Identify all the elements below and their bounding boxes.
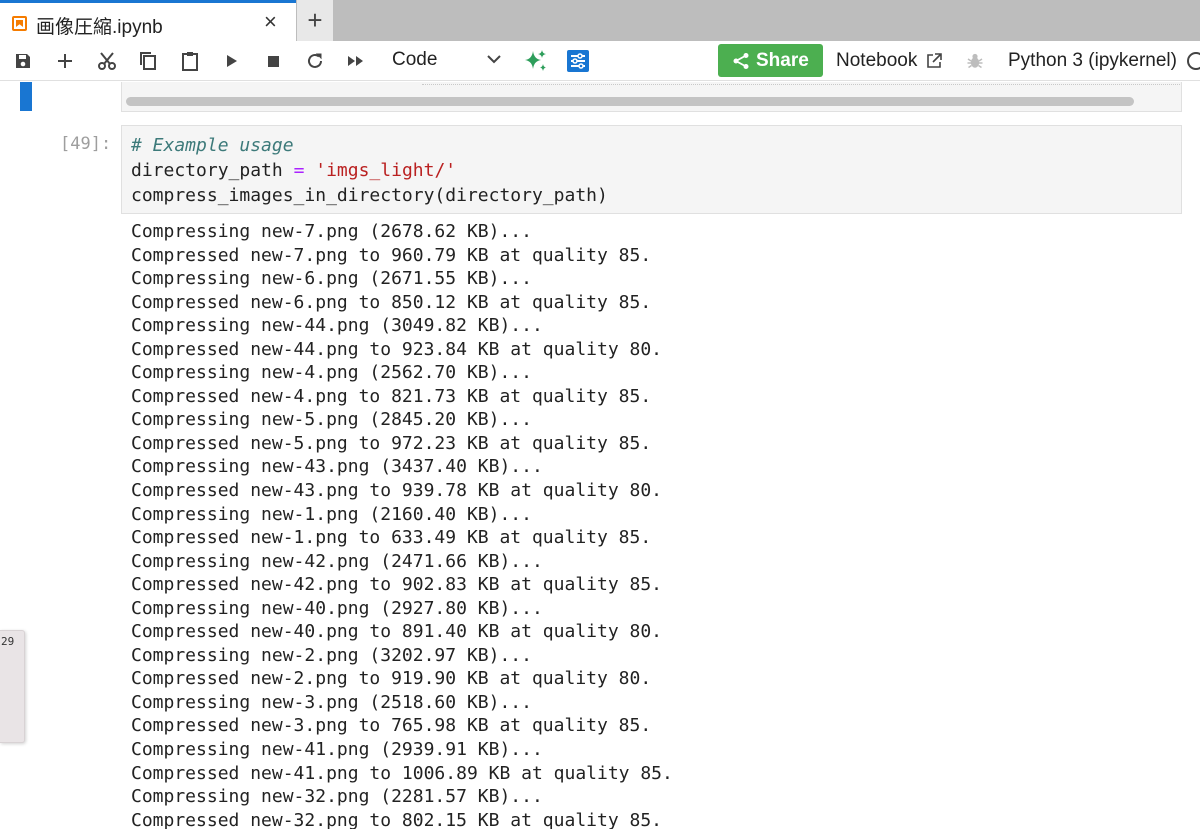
side-panel-text: 29 [1, 635, 15, 648]
previous-cell-code-fragment [422, 82, 1181, 85]
cell-type-select[interactable]: Code [392, 49, 437, 71]
share-icon [733, 52, 749, 69]
output-line: Compressed new-2.png to 919.90 KB at qua… [131, 668, 652, 690]
cell-output: Compressing new-7.png (2678.62 KB)... Com… [131, 220, 673, 829]
copy-icon [140, 52, 156, 70]
save-icon [16, 54, 30, 68]
sliders-icon [567, 50, 589, 72]
output-line: Compressing new-1.png (2160.40 KB)... [131, 503, 532, 525]
external-link-icon[interactable] [923, 41, 945, 81]
play-icon [227, 55, 237, 67]
output-line: Compressed new-4.png to 821.73 KB at qua… [131, 385, 652, 407]
cut-button[interactable] [92, 41, 122, 81]
plus-icon [58, 54, 72, 68]
run-all-button[interactable] [341, 41, 371, 81]
output-line: Compressing new-6.png (2671.55 KB)... [131, 268, 532, 290]
output-line: Compressing new-2.png (3202.97 KB)... [131, 644, 532, 666]
share-button[interactable]: Share [718, 44, 823, 77]
output-line: Compressing new-4.png (2562.70 KB)... [131, 362, 532, 384]
output-line: Compressed new-32.png to 802.15 KB at qu… [131, 809, 663, 829]
insert-cell-button[interactable] [50, 41, 80, 81]
tab-title: 画像圧縮.ipynb [36, 17, 163, 38]
kernel-status-icon [1186, 41, 1200, 81]
fast-forward-icon [348, 56, 363, 66]
output-line: Compressed new-5.png to 972.23 KB at qua… [131, 432, 652, 454]
run-button[interactable] [218, 41, 246, 81]
output-line: Compressed new-43.png to 939.78 KB at qu… [131, 480, 663, 502]
notebook-icon [12, 16, 27, 31]
horizontal-scrollbar[interactable] [126, 97, 1134, 106]
output-line: Compressed new-42.png to 902.83 KB at qu… [131, 574, 663, 596]
output-line: Compressed new-40.png to 891.40 KB at qu… [131, 621, 663, 643]
paste-icon [182, 52, 198, 71]
output-line: Compressed new-3.png to 765.98 KB at qua… [131, 715, 652, 737]
notebook-toolbar: Code Share Notebook Python 3 (ipykernel) [0, 41, 1200, 81]
sparkle-icon [525, 50, 546, 71]
output-line: Compressing new-44.png (3049.82 KB)... [131, 315, 543, 337]
interrupt-button[interactable] [259, 41, 287, 81]
chevron-down-icon[interactable] [486, 51, 502, 72]
cell-execution-prompt: [49]: [60, 134, 112, 154]
output-line: Compressing new-40.png (2927.80 KB)... [131, 597, 543, 619]
output-line: Compressing new-43.png (3437.40 KB)... [131, 456, 543, 478]
bug-icon [967, 53, 983, 69]
output-line: Compressed new-44.png to 923.84 KB at qu… [131, 338, 663, 360]
code-comment: # Example usage [131, 135, 294, 156]
output-line: Compressing new-42.png (2471.66 KB)... [131, 550, 543, 572]
refresh-icon [308, 53, 322, 68]
share-label: Share [756, 49, 809, 71]
output-line: Compressing new-32.png (2281.57 KB)... [131, 786, 543, 808]
paste-button[interactable] [175, 41, 205, 81]
ai-sparkle-button[interactable] [520, 41, 552, 81]
code-string: 'imgs_light/' [315, 160, 457, 181]
output-line: Compressed new-6.png to 850.12 KB at qua… [131, 291, 652, 313]
output-line: Compressing new-7.png (2678.62 KB)... [131, 221, 532, 242]
notebook-tab[interactable]: 画像圧縮.ipynb × [0, 0, 296, 41]
copy-button[interactable] [133, 41, 163, 81]
output-line: Compressed new-7.png to 960.79 KB at qua… [131, 244, 652, 266]
debugger-button[interactable] [963, 41, 987, 81]
property-inspector-button[interactable] [563, 41, 593, 81]
restart-button[interactable] [300, 41, 330, 81]
output-line: Compressing new-3.png (2518.60 KB)... [131, 691, 532, 713]
scissors-icon [98, 52, 116, 70]
code-function-call: compress_images_in_directory(directory_p… [131, 185, 608, 206]
kernel-name[interactable]: Python 3 (ipykernel) [1008, 50, 1177, 72]
output-line: Compressed new-41.png to 1006.89 KB at q… [131, 762, 673, 784]
code-operator: = [293, 160, 305, 181]
active-cell-indicator [20, 82, 32, 111]
output-line: Compressing new-5.png (2845.20 KB)... [131, 409, 532, 431]
output-line: Compressed new-1.png to 633.49 KB at qua… [131, 527, 652, 549]
open-notebook-link[interactable]: Notebook [836, 50, 917, 72]
previous-code-cell[interactable] [121, 82, 1182, 112]
code-cell-editor[interactable]: # Example usage directory_path = 'imgs_l… [121, 125, 1182, 214]
new-tab-button[interactable]: + [297, 0, 333, 41]
save-button[interactable] [8, 41, 38, 81]
output-line: Compressing new-41.png (2939.91 KB)... [131, 739, 543, 761]
tab-bar: 画像圧縮.ipynb × + [0, 0, 1200, 41]
floating-side-panel[interactable]: 29 [0, 630, 25, 743]
close-icon[interactable]: × [264, 9, 277, 35]
stop-icon [267, 55, 279, 67]
code-variable: directory_path [131, 160, 294, 181]
